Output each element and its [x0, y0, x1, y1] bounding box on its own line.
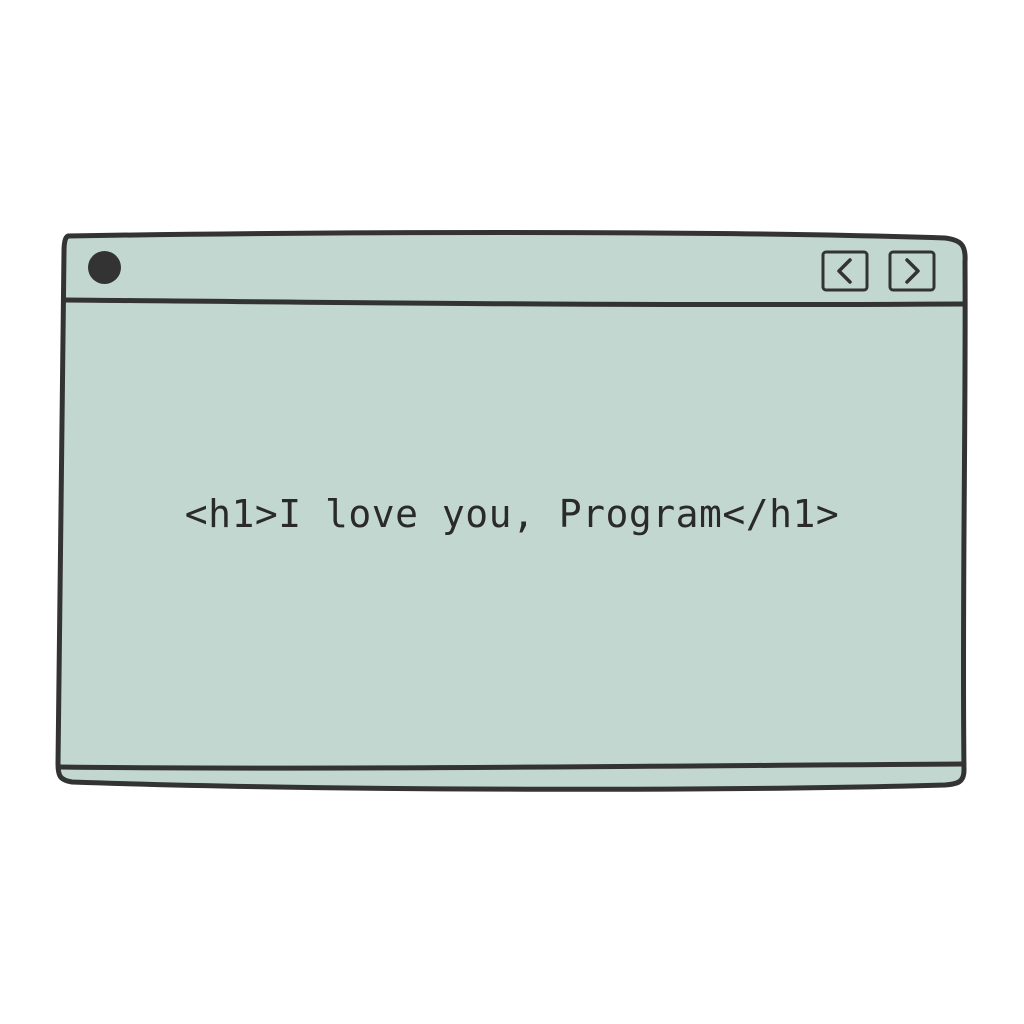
content-code-text: <h1>I love you, Program</h1> [184, 492, 840, 536]
illustration: <h1>I love you, Program</h1> [0, 0, 1024, 1024]
forward-button[interactable] [888, 250, 936, 292]
back-button[interactable] [821, 250, 869, 292]
chevron-left-icon [821, 250, 869, 292]
window-control-dot-icon[interactable] [88, 251, 121, 284]
chevron-right-icon [888, 250, 936, 292]
